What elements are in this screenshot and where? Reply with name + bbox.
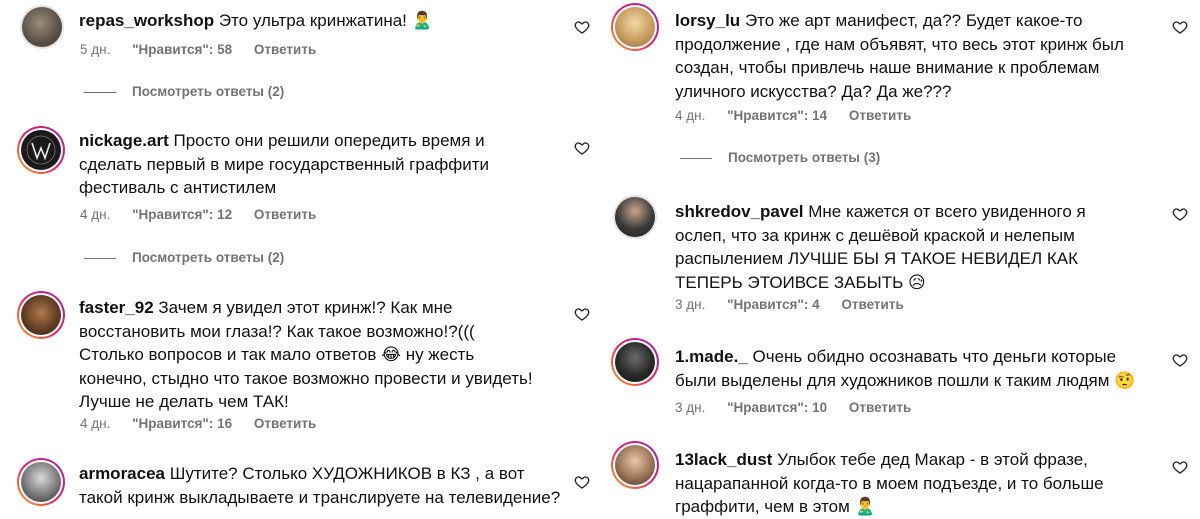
comments-column-left: repas_workshop Это ультра кринжатина! 🙎‍… <box>0 0 600 516</box>
reply-button[interactable]: Ответить <box>841 297 903 312</box>
avatar[interactable] <box>17 458 65 506</box>
heart-outline-icon[interactable] <box>1172 352 1188 368</box>
comment-time: 4 дн. <box>80 207 111 222</box>
divider-line <box>680 157 712 159</box>
avatar[interactable] <box>611 441 659 489</box>
avatar[interactable] <box>611 3 659 51</box>
view-replies-button[interactable]: Посмотреть ответы (2) <box>84 84 284 99</box>
comment-likes[interactable]: "Нравится": 16 <box>132 416 232 431</box>
heart-outline-icon[interactable] <box>1172 206 1188 222</box>
comment-username[interactable]: faster_92 <box>79 298 154 317</box>
reply-button[interactable]: Ответить <box>254 416 316 431</box>
comment-username[interactable]: shkredov_pavel <box>675 202 804 221</box>
comments-column-right: lorsy_lu Это же арт манифест, да?? Будет… <box>600 0 1200 516</box>
comment-time: 3 дн. <box>675 297 706 312</box>
avatar[interactable] <box>17 291 65 339</box>
reply-button[interactable]: Ответить <box>254 207 316 222</box>
heart-outline-icon[interactable] <box>574 140 590 156</box>
avatar[interactable] <box>20 5 64 49</box>
divider-line <box>84 257 116 259</box>
reply-button[interactable]: Ответить <box>254 42 316 57</box>
heart-outline-icon[interactable] <box>574 474 590 490</box>
comment-likes[interactable]: "Нравится": 10 <box>727 400 827 415</box>
comment-username[interactable]: lorsy_lu <box>675 11 740 30</box>
comment-time: 5 дн. <box>80 42 111 57</box>
heart-outline-icon[interactable] <box>1172 459 1188 475</box>
comment-username[interactable]: repas_workshop <box>79 11 214 30</box>
avatar[interactable] <box>17 126 65 174</box>
comment-time: 4 дн. <box>80 416 111 431</box>
heart-outline-icon[interactable] <box>1172 19 1188 35</box>
comment-text: Это же арт манифест, да?? Будет какое-то… <box>675 11 1124 101</box>
comment-likes[interactable]: "Нравится": 14 <box>727 108 827 123</box>
comment-username[interactable]: nickage.art <box>79 131 169 150</box>
comment-username[interactable]: 13lack_dust <box>675 450 772 469</box>
view-replies-button[interactable]: Посмотреть ответы (2) <box>84 250 284 265</box>
comment-time: 4 дн. <box>675 108 706 123</box>
reply-button[interactable]: Ответить <box>849 400 911 415</box>
comment-meta: 4 дн. "Нравится": 12 Ответить <box>80 207 334 222</box>
heart-outline-icon[interactable] <box>574 306 590 322</box>
comment-meta: 5 дн. "Нравится": 58 Ответить <box>80 42 334 57</box>
comment-username[interactable]: armoracea <box>79 464 165 483</box>
logo-glyph <box>26 135 56 165</box>
comment-likes[interactable]: "Нравится": 58 <box>132 42 232 57</box>
comment-time: 3 дн. <box>675 400 706 415</box>
comment-meta: 3 дн. "Нравится": 10 Ответить <box>675 400 929 415</box>
reply-button[interactable]: Ответить <box>849 108 911 123</box>
comment-meta: 3 дн. "Нравится": 4 Ответить <box>675 297 922 312</box>
avatar[interactable] <box>611 338 659 386</box>
avatar[interactable] <box>613 195 657 239</box>
comment-meta: 4 дн. "Нравится": 16 Ответить <box>80 416 334 431</box>
heart-outline-icon[interactable] <box>574 19 590 35</box>
comment-likes[interactable]: "Нравится": 12 <box>132 207 232 222</box>
divider-line <box>84 91 116 93</box>
comment-likes[interactable]: "Нравится": 4 <box>727 297 819 312</box>
comment-username[interactable]: 1.made._ <box>675 347 748 366</box>
comment-text: Это ультра кринжатина! 🙎‍♂️ <box>218 11 433 30</box>
comment-meta: 4 дн. "Нравится": 14 Ответить <box>675 108 929 123</box>
view-replies-button[interactable]: Посмотреть ответы (3) <box>680 150 880 165</box>
